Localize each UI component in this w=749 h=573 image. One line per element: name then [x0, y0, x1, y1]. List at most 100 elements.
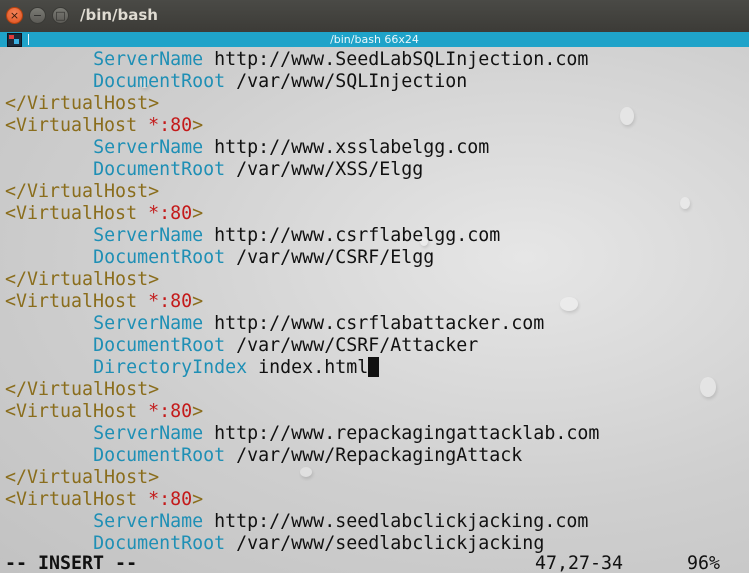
config-line: ServerName http://www.csrflabelgg.com	[5, 225, 500, 247]
closing-tag: </VirtualHost>	[5, 379, 160, 400]
window-title: /bin/bash	[80, 6, 158, 24]
opening-tag-end: >	[192, 203, 204, 224]
terminal-size-label: /bin/bash 66x24	[330, 33, 419, 46]
directive-value: /var/www/seedlabclickjacking	[225, 533, 545, 554]
directive-value: index.html	[247, 357, 369, 378]
closing-tag: </VirtualHost>	[5, 181, 160, 202]
title-bar[interactable]: × − □ /bin/bash	[0, 0, 749, 33]
background-droplet	[680, 197, 690, 209]
directive-value: /var/www/CSRF/Elgg	[225, 247, 435, 268]
opening-tag-end: >	[192, 489, 204, 510]
directive-keyword: DocumentRoot	[93, 533, 226, 554]
directive-keyword: DocumentRoot	[93, 247, 226, 268]
opening-tag-end: >	[192, 115, 204, 136]
terminal-window: × − □ /bin/bash /bin/bash 66x24 -- INSER…	[0, 0, 749, 573]
terminal-area[interactable]: -- INSERT -- 47,27-34 96% ServerName htt…	[0, 47, 749, 573]
close-icon: ×	[9, 9, 20, 22]
port-spec: *:80	[148, 115, 193, 136]
config-line: DocumentRoot /var/www/XSS/Elgg	[5, 159, 423, 181]
config-line: </VirtualHost>	[5, 181, 159, 203]
directive-keyword: ServerName	[93, 423, 204, 444]
background-droplet	[620, 107, 634, 125]
closing-tag: </VirtualHost>	[5, 93, 160, 114]
opening-tag-end: >	[192, 291, 204, 312]
maximize-icon: □	[55, 9, 66, 22]
opening-tag: <VirtualHost	[5, 203, 149, 224]
port-spec: *:80	[148, 401, 193, 422]
minimize-icon: −	[32, 9, 43, 22]
config-line: ServerName http://www.csrflabattacker.co…	[5, 313, 544, 335]
directive-keyword: DocumentRoot	[93, 159, 226, 180]
config-line: </VirtualHost>	[5, 269, 159, 291]
config-line: ServerName http://www.seedlabclickjackin…	[5, 511, 588, 533]
maximize-button[interactable]: □	[52, 7, 69, 24]
port-spec: *:80	[148, 203, 193, 224]
opening-tag: <VirtualHost	[5, 401, 149, 422]
background-droplet	[560, 297, 578, 311]
config-line: ServerName http://www.SeedLabSQLInjectio…	[5, 49, 588, 71]
config-line: DocumentRoot /var/www/CSRF/Elgg	[5, 247, 434, 269]
config-line: DocumentRoot /var/www/CSRF/Attacker	[5, 335, 478, 357]
directive-keyword: DocumentRoot	[93, 445, 226, 466]
directive-value: http://www.csrflabelgg.com	[203, 225, 501, 246]
config-line: DirectoryIndex index.html	[5, 357, 380, 379]
config-line: DocumentRoot /var/www/RepackagingAttack	[5, 445, 522, 467]
directive-value: http://www.repackagingattacklab.com	[203, 423, 600, 444]
config-line: </VirtualHost>	[5, 467, 159, 489]
vim-status-line: -- INSERT -- 47,27-34 96%	[5, 553, 745, 573]
terminal-tab-strip[interactable]: /bin/bash 66x24	[0, 32, 749, 47]
directive-value: /var/www/XSS/Elgg	[225, 159, 424, 180]
minimize-button[interactable]: −	[29, 7, 46, 24]
directive-keyword: DocumentRoot	[93, 335, 226, 356]
config-line: </VirtualHost>	[5, 93, 159, 115]
directive-value: /var/www/SQLInjection	[225, 71, 468, 92]
directive-keyword: DocumentRoot	[93, 71, 226, 92]
scroll-percent: 96%	[687, 553, 721, 573]
port-spec: *:80	[148, 489, 193, 510]
directive-keyword: DirectoryIndex	[93, 357, 248, 378]
closing-tag: </VirtualHost>	[5, 467, 160, 488]
opening-tag: <VirtualHost	[5, 291, 149, 312]
directive-value: /var/www/CSRF/Attacker	[225, 335, 479, 356]
background-droplet	[700, 377, 716, 397]
config-line: DocumentRoot /var/www/SQLInjection	[5, 71, 467, 93]
directive-keyword: ServerName	[93, 49, 204, 70]
directive-value: /var/www/RepackagingAttack	[225, 445, 523, 466]
config-line: DocumentRoot /var/www/seedlabclickjackin…	[5, 533, 544, 555]
config-line: <VirtualHost *:80>	[5, 203, 203, 225]
directive-value: http://www.seedlabclickjacking.com	[203, 511, 589, 532]
directive-value: http://www.csrflabattacker.com	[203, 313, 545, 334]
directive-keyword: ServerName	[93, 313, 204, 334]
config-line: </VirtualHost>	[5, 379, 159, 401]
background-droplet	[300, 467, 312, 477]
opening-tag-end: >	[192, 401, 204, 422]
editor-mode: -- INSERT --	[5, 553, 138, 573]
directive-value: http://www.xsslabelgg.com	[203, 137, 490, 158]
directive-value: http://www.SeedLabSQLInjection.com	[203, 49, 589, 70]
cursor-position: 47,27-34	[535, 553, 624, 573]
close-button[interactable]: ×	[6, 7, 23, 24]
opening-tag: <VirtualHost	[5, 489, 149, 510]
text-cursor	[368, 357, 380, 377]
config-line: <VirtualHost *:80>	[5, 115, 203, 137]
closing-tag: </VirtualHost>	[5, 269, 160, 290]
directive-keyword: ServerName	[93, 511, 204, 532]
config-line: <VirtualHost *:80>	[5, 489, 203, 511]
opening-tag: <VirtualHost	[5, 115, 149, 136]
config-line: ServerName http://www.xsslabelgg.com	[5, 137, 489, 159]
directive-keyword: ServerName	[93, 137, 204, 158]
port-spec: *:80	[148, 291, 193, 312]
config-line: <VirtualHost *:80>	[5, 291, 203, 313]
